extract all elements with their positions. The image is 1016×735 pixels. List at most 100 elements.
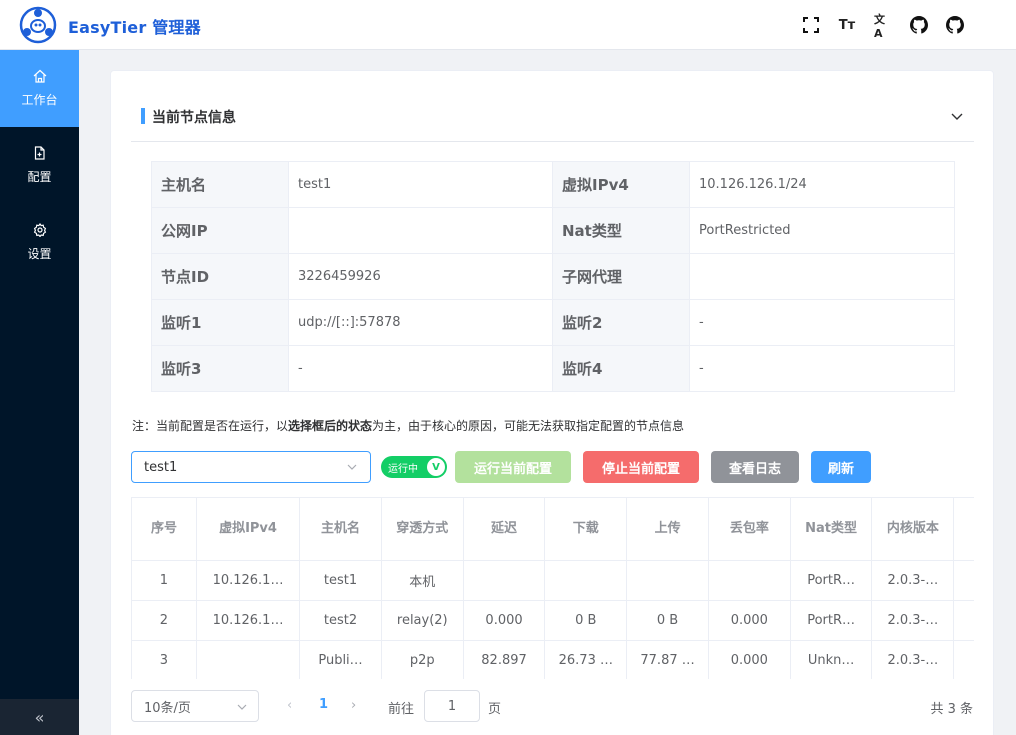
gear-icon xyxy=(33,223,46,237)
info-value: PortRestricted xyxy=(689,207,955,254)
file-add-icon xyxy=(34,146,45,160)
config-select-value: test1 xyxy=(144,459,178,475)
page-number-1[interactable]: 1 xyxy=(319,697,328,712)
table-cell: 10.126.1… xyxy=(196,560,301,601)
goto-label: 前往 xyxy=(388,702,415,717)
info-value: - xyxy=(288,345,553,392)
stop-config-button[interactable]: 停止当前配置 xyxy=(583,451,699,483)
table-cell: PortR… xyxy=(790,560,873,601)
chevron-down-icon[interactable] xyxy=(950,109,964,123)
sidebar: 工作台 配置 设置 « xyxy=(0,50,79,735)
table-cell: 10.126.1… xyxy=(196,600,301,641)
switch-label: 运行中 xyxy=(388,463,418,475)
table-cell: 2 xyxy=(132,600,197,641)
info-value: 3226459926 xyxy=(288,253,553,300)
table-cell: PortR… xyxy=(790,600,873,641)
github-icon[interactable] xyxy=(910,14,928,36)
info-key: 虚拟IPv4 xyxy=(552,161,690,208)
top-header: EasyTier 管理器 Tт 文A xyxy=(0,0,1016,50)
table-cell: Unkn… xyxy=(790,640,873,679)
info-key: 监听3 xyxy=(151,345,289,392)
table-row[interactable]: 1 10.126.1… test1 本机 PortR… 2.0.3-… xyxy=(132,560,974,601)
font-size-icon[interactable]: Tт xyxy=(838,14,856,36)
table-cell: 1 xyxy=(132,560,197,601)
info-value xyxy=(689,253,955,300)
info-row: 公网IP Nat类型 PortRestricted xyxy=(151,207,955,254)
table-cell: 0.000 xyxy=(708,640,791,679)
table-cell: test1 xyxy=(299,560,382,601)
page-size-value: 10条/页 xyxy=(144,700,191,716)
chevron-down-icon xyxy=(237,704,247,710)
table-cell: 0.000 xyxy=(463,600,546,641)
info-value: - xyxy=(689,345,955,392)
sidebar-item-workbench[interactable]: 工作台 xyxy=(0,50,79,127)
column-header: 丢包率 xyxy=(708,498,791,561)
node-info-header[interactable]: 当前节点信息 xyxy=(131,103,974,142)
translate-icon[interactable]: 文A xyxy=(874,13,892,40)
page-size-select[interactable]: 10条/页 xyxy=(131,690,259,722)
sidebar-item-config[interactable]: 配置 xyxy=(0,127,79,204)
home-icon xyxy=(33,69,46,83)
table-cell: 26.73 … xyxy=(544,640,628,679)
fullscreen-icon[interactable] xyxy=(802,14,820,36)
status-note: 注：当前配置是否在运行，以选择框后的状态为主，由于核心的原因，可能无法获取指定配… xyxy=(132,417,684,434)
next-page-button[interactable]: › xyxy=(351,698,356,713)
info-row: 监听3 - 监听4 - xyxy=(151,345,955,392)
table-cell xyxy=(953,600,974,641)
table-cell: p2p xyxy=(381,640,464,679)
run-config-button[interactable]: 运行当前配置 xyxy=(455,451,571,483)
switch-knob: V xyxy=(427,458,445,476)
table-cell: 2.0.3-… xyxy=(871,560,955,601)
table-cell: 2.0.3-… xyxy=(871,600,955,641)
info-row: 主机名 test1 虚拟IPv4 10.126.126.1/24 xyxy=(151,161,955,208)
table-cell: 77.87 … xyxy=(626,640,709,679)
sidebar-item-label: 设置 xyxy=(27,247,52,261)
view-log-button[interactable]: 查看日志 xyxy=(711,451,799,483)
column-header: 序号 xyxy=(132,498,197,561)
table-cell: 0 B xyxy=(544,600,628,641)
table-header-row: 序号 虚拟IPv4 主机名 穿透方式 延迟 下载 上传 丢包率 Nat类型 内核… xyxy=(132,498,974,561)
table-cell: 82.897 xyxy=(463,640,546,679)
table-cell: 2.0.3-… xyxy=(871,640,955,679)
config-select[interactable]: test1 xyxy=(131,451,371,483)
sidebar-item-label: 配置 xyxy=(27,170,52,184)
table-cell: 3 xyxy=(132,640,197,679)
info-value: 10.126.126.1/24 xyxy=(689,161,955,208)
node-info-table: 主机名 test1 虚拟IPv4 10.126.126.1/24 公网IP Na… xyxy=(151,161,955,392)
peer-table-container[interactable]: 序号 虚拟IPv4 主机名 穿透方式 延迟 下载 上传 丢包率 Nat类型 内核… xyxy=(131,497,974,679)
github-icon[interactable] xyxy=(946,14,964,36)
info-key: 监听4 xyxy=(552,345,690,392)
info-key: 主机名 xyxy=(151,161,289,208)
section-title: 当前节点信息 xyxy=(152,110,236,126)
table-cell: relay(2) xyxy=(381,600,464,641)
note-prefix: 注：当前配置是否在运行，以 xyxy=(132,419,289,433)
goto-page-input[interactable]: 1 xyxy=(424,690,480,722)
info-key: 公网IP xyxy=(151,207,289,254)
column-header: 下载 xyxy=(544,498,628,561)
info-key: 子网代理 xyxy=(552,253,690,300)
running-status-switch[interactable]: 运行中 V xyxy=(381,456,447,478)
info-key: Nat类型 xyxy=(552,207,690,254)
info-key: 监听1 xyxy=(151,299,289,346)
table-cell: tcp xyxy=(953,640,974,679)
info-row: 监听1 udp://[::]:57878 监听2 - xyxy=(151,299,955,346)
table-cell xyxy=(463,560,546,601)
table-cell: Publi… xyxy=(299,640,382,679)
table-cell: 本机 xyxy=(381,560,464,601)
table-cell xyxy=(626,560,709,601)
column-header: 主机名 xyxy=(299,498,382,561)
table-cell xyxy=(544,560,628,601)
column-header: 上传 xyxy=(626,498,709,561)
prev-page-button[interactable]: ‹ xyxy=(287,698,292,713)
table-cell: 0 B xyxy=(626,600,709,641)
table-row[interactable]: 2 10.126.1… test2 relay(2) 0.000 0 B 0 B… xyxy=(132,600,974,641)
column-header: 内核版本 xyxy=(871,498,955,561)
note-bold: 选择框后的状态 xyxy=(288,419,373,433)
refresh-button[interactable]: 刷新 xyxy=(811,451,871,483)
sidebar-collapse-button[interactable]: « xyxy=(0,699,79,735)
table-row[interactable]: 3 Publi… p2p 82.897 26.73 … 77.87 … 0.00… xyxy=(132,640,974,679)
sidebar-item-settings[interactable]: 设置 xyxy=(0,204,79,281)
column-header: 虚拟IPv4 xyxy=(196,498,301,561)
sidebar-item-label: 工作台 xyxy=(21,93,58,107)
column-header: 穿透方式 xyxy=(381,498,464,561)
